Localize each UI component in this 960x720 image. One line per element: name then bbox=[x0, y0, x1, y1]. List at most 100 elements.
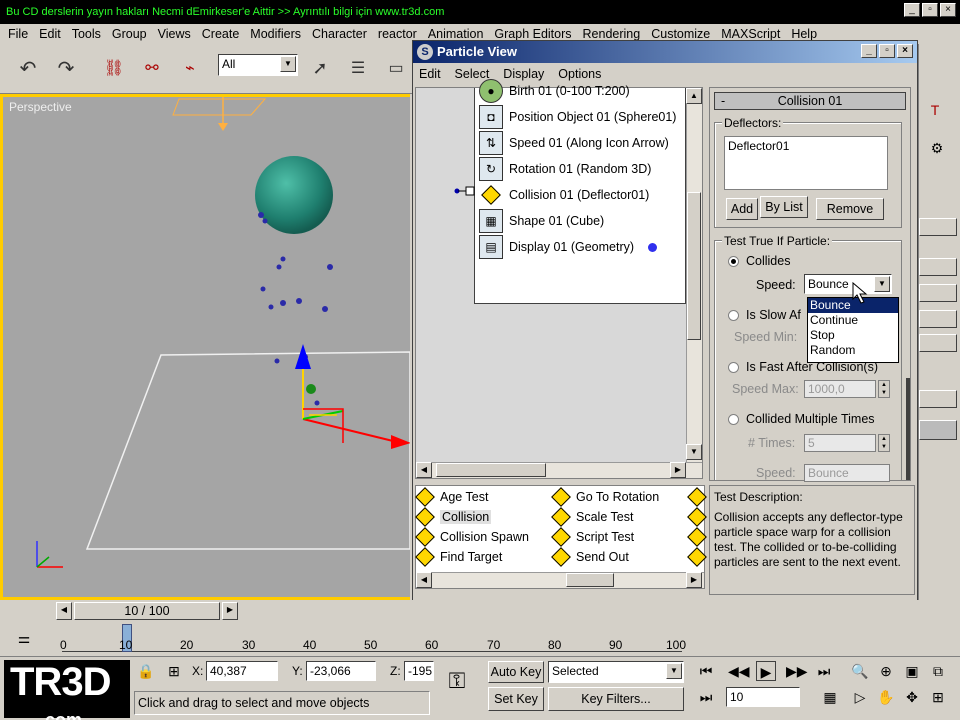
pv-restore-button[interactable]: ▫ bbox=[879, 44, 895, 58]
is-slow-radio[interactable] bbox=[728, 310, 739, 321]
gear-icon[interactable]: ⚙ bbox=[927, 138, 947, 158]
deflectors-list[interactable]: Deflector01 bbox=[724, 136, 888, 190]
set-key-button[interactable]: Set Key bbox=[488, 687, 544, 711]
rollout-title[interactable]: - Collision 01 bbox=[714, 92, 906, 110]
depot-item-script-test[interactable]: Script Test bbox=[551, 527, 634, 547]
key-mode-dropdown[interactable]: Selected ▼ bbox=[548, 661, 684, 683]
curve-editor-icon[interactable]: ⚌ bbox=[14, 628, 34, 648]
speed-options-list[interactable]: Bounce Continue Stop Random bbox=[807, 297, 899, 363]
zoom-all-icon[interactable]: ⊕ bbox=[876, 661, 896, 681]
operator-birth[interactable]: ● Birth 01 (0-100 T:200) bbox=[475, 78, 685, 104]
speed-option-continue[interactable]: Continue bbox=[808, 313, 898, 328]
arc-rotate-icon[interactable]: ✥ bbox=[902, 687, 922, 707]
chevron-down-icon[interactable]: ▼ bbox=[686, 444, 702, 460]
operator-position-object[interactable]: ◘ Position Object 01 (Sphere01) bbox=[475, 104, 685, 130]
bind-space-warp-icon[interactable]: ⌁ bbox=[176, 54, 204, 82]
remove-deflector-button[interactable]: Remove bbox=[816, 198, 884, 220]
menu-edit[interactable]: Edit bbox=[35, 24, 68, 44]
depot-item-scale-test[interactable]: Scale Test bbox=[551, 507, 633, 527]
pv-close-button[interactable]: × bbox=[897, 44, 913, 58]
speed-max-field[interactable]: 1000,0 bbox=[804, 380, 876, 398]
menu-file[interactable]: File bbox=[4, 24, 35, 44]
transform-gizmo[interactable] bbox=[295, 344, 410, 449]
speed2-dropdown[interactable]: Bounce bbox=[804, 464, 890, 482]
graph-horizontal-scrollbar[interactable]: ◀ ▶ bbox=[416, 462, 702, 478]
panel-button-1[interactable] bbox=[919, 218, 957, 236]
absolute-mode-icon[interactable]: ⊞ bbox=[164, 661, 184, 681]
zoom-extents-all-icon[interactable]: ⧉ bbox=[928, 661, 948, 681]
depot-scrollbar[interactable]: ◀ ▶ bbox=[416, 572, 704, 588]
region-select-icon[interactable]: ▭ bbox=[382, 54, 410, 82]
menu-tools[interactable]: Tools bbox=[68, 24, 108, 44]
test-output-connector[interactable] bbox=[452, 184, 476, 198]
depot-item-collision[interactable]: Collision bbox=[415, 507, 492, 527]
x-coordinate-field[interactable]: 40,387 bbox=[206, 661, 278, 681]
speed-option-random[interactable]: Random bbox=[808, 343, 898, 358]
restore-button[interactable]: ▫ bbox=[922, 3, 938, 17]
speed-option-stop[interactable]: Stop bbox=[808, 328, 898, 343]
undo-icon[interactable]: ↶ bbox=[14, 54, 42, 82]
go-to-end-icon[interactable]: ⏭ bbox=[814, 661, 834, 681]
menu-modifiers[interactable]: Modifiers bbox=[246, 24, 308, 44]
panel-button-4[interactable] bbox=[919, 310, 957, 328]
operator-shape[interactable]: ▦ Shape 01 (Cube) bbox=[475, 208, 685, 234]
key-filters-button[interactable]: Key Filters... bbox=[548, 687, 684, 711]
redo-icon[interactable]: ↷ bbox=[52, 54, 80, 82]
go-to-start-icon[interactable]: ⏮ bbox=[696, 661, 716, 681]
is-fast-radio[interactable] bbox=[728, 362, 739, 373]
event-graph[interactable]: ● Birth 01 (0-100 T:200) ◘ Position Obje… bbox=[415, 79, 703, 479]
unlink-icon[interactable]: ⚯ bbox=[138, 54, 166, 82]
add-deflector-button[interactable]: Add bbox=[726, 198, 758, 220]
time-slider[interactable]: 10 / 100 bbox=[74, 602, 220, 620]
selection-filter-dropdown[interactable]: All ▼ bbox=[218, 54, 298, 76]
key-icon[interactable]: ⚿ bbox=[442, 670, 472, 692]
track-bar[interactable]: ⚌ 0 10 20 30 40 50 60 70 80 90 100 bbox=[0, 624, 960, 656]
collides-radio[interactable] bbox=[728, 256, 739, 267]
deflector-item[interactable]: Deflector01 bbox=[728, 139, 884, 153]
minimize-button[interactable]: _ bbox=[904, 3, 920, 17]
chevron-left-icon[interactable]: ◀ bbox=[56, 602, 72, 620]
operator-speed[interactable]: ⇅ Speed 01 (Along Icon Arrow) bbox=[475, 130, 685, 156]
panel-button-6[interactable] bbox=[919, 390, 957, 408]
speed-dropdown[interactable]: Bounce ▼ bbox=[804, 274, 892, 294]
panel-button-5[interactable] bbox=[919, 334, 957, 352]
graph-vertical-scrollbar[interactable]: ▲ ▼ bbox=[686, 88, 702, 462]
key-mode-toggle-icon[interactable]: ⏭ bbox=[696, 687, 716, 707]
zoom-icon[interactable]: 🔍 bbox=[850, 661, 870, 681]
depot-item-send-out[interactable]: Send Out bbox=[551, 547, 629, 567]
by-list-button[interactable]: By List bbox=[760, 196, 808, 218]
times-field[interactable]: 5 bbox=[804, 434, 876, 452]
perspective-viewport[interactable]: Perspective bbox=[0, 94, 410, 600]
chevron-right-icon[interactable]: ▶ bbox=[670, 462, 686, 478]
chevron-right-icon[interactable]: ▶ bbox=[222, 602, 238, 620]
chevron-left-icon[interactable]: ◀ bbox=[416, 572, 432, 588]
current-frame-field[interactable]: 10 bbox=[726, 687, 800, 707]
panel-button-3[interactable] bbox=[919, 284, 957, 302]
link-icon[interactable]: ⛓ bbox=[100, 54, 128, 82]
pan-hand-icon[interactable]: ✋ bbox=[876, 687, 896, 707]
previous-frame-icon[interactable]: ◀◀ bbox=[728, 661, 750, 681]
panel-button-7[interactable] bbox=[919, 420, 957, 440]
panel-button-2[interactable] bbox=[919, 258, 957, 276]
hierarchy-icon[interactable]: T bbox=[925, 100, 945, 120]
scroll-thumb[interactable] bbox=[436, 463, 546, 477]
depot-item-find-target[interactable]: Find Target bbox=[415, 547, 502, 567]
menu-create[interactable]: Create bbox=[198, 24, 247, 44]
menu-character[interactable]: Character bbox=[308, 24, 374, 44]
maximize-viewport-icon[interactable]: ⊞ bbox=[928, 687, 948, 707]
spinner-arrows-icon[interactable]: ▲ ▼ bbox=[878, 434, 890, 452]
select-by-name-icon[interactable]: ☰ bbox=[344, 54, 372, 82]
pv-menu-edit[interactable]: Edit bbox=[413, 63, 449, 85]
operator-rotation[interactable]: ↻ Rotation 01 (Random 3D) bbox=[475, 156, 685, 182]
test-collision[interactable]: Collision 01 (Deflector01) bbox=[475, 182, 685, 208]
scroll-thumb[interactable] bbox=[566, 573, 614, 587]
spinner-arrows-icon[interactable]: ▲ ▼ bbox=[878, 380, 890, 398]
close-button[interactable]: × bbox=[940, 3, 956, 17]
chevron-left-icon[interactable]: ◀ bbox=[416, 462, 432, 478]
chevron-up-icon[interactable]: ▲ bbox=[686, 88, 702, 104]
chevron-right-icon[interactable]: ▶ bbox=[686, 572, 702, 588]
lock-icon[interactable]: 🔒 bbox=[136, 661, 156, 681]
auto-key-button[interactable]: Auto Key bbox=[488, 661, 544, 683]
pv-minimize-button[interactable]: _ bbox=[861, 44, 877, 58]
y-coordinate-field[interactable]: -23,066 bbox=[306, 661, 376, 681]
